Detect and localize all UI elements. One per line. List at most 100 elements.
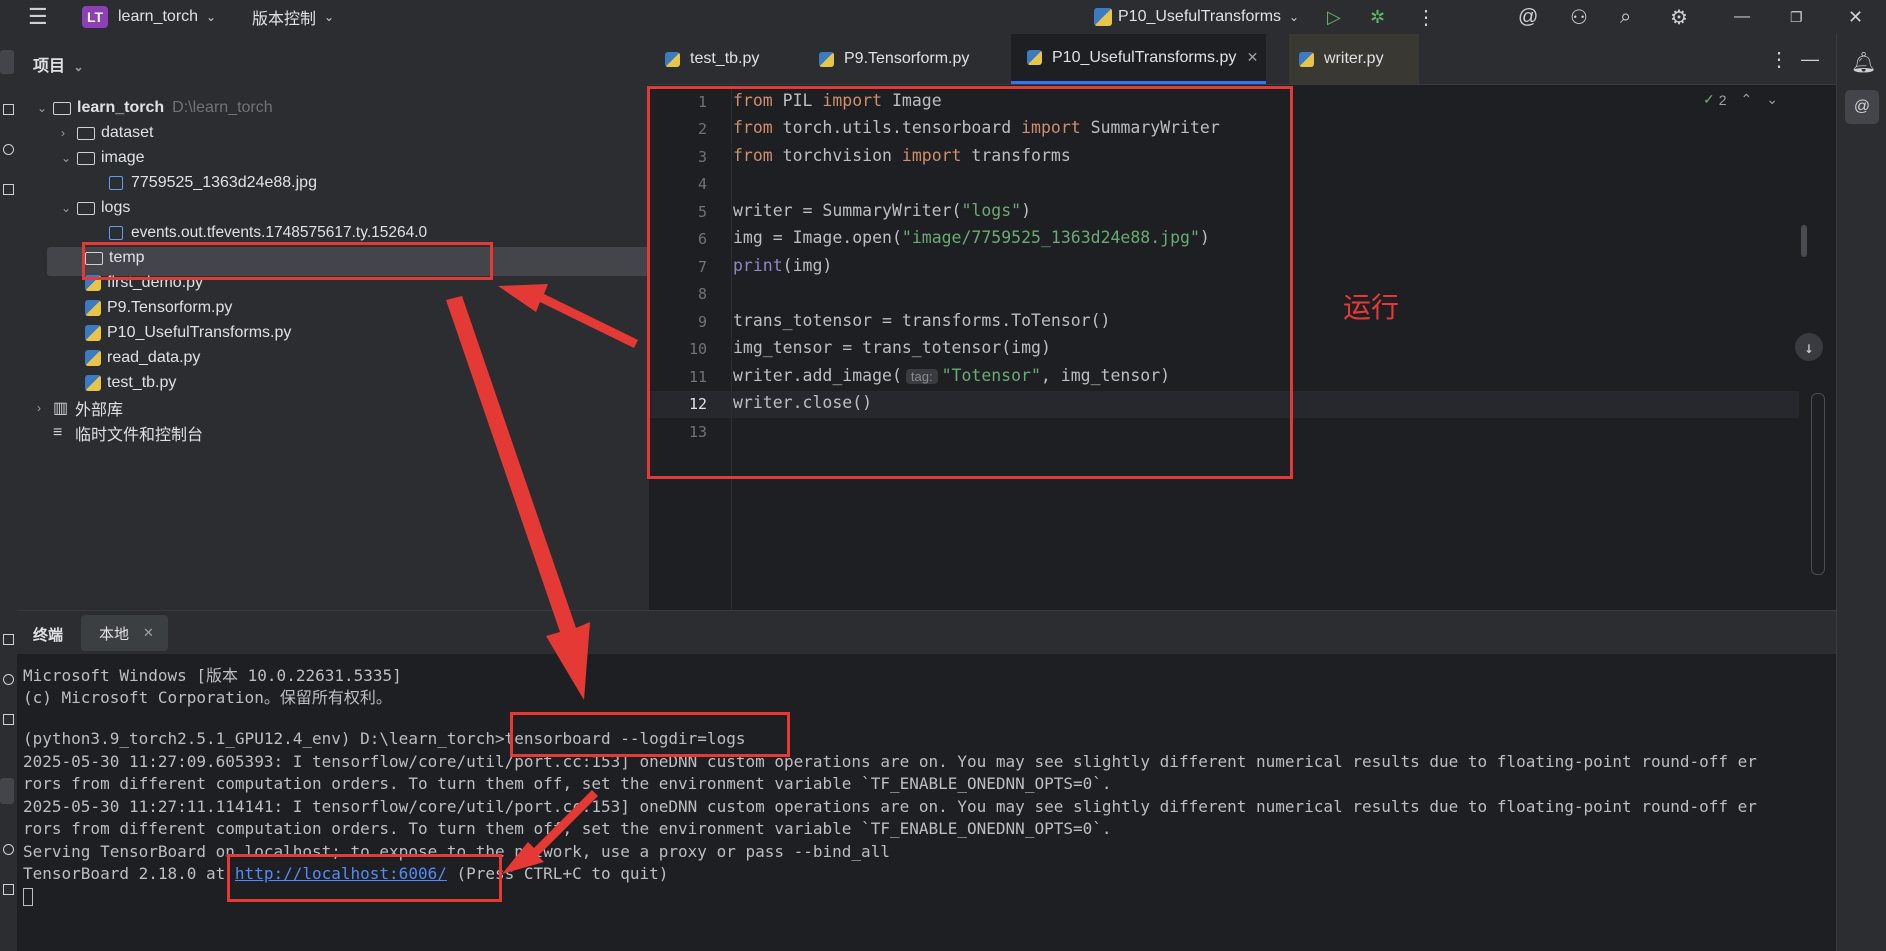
project-tool-button[interactable] — [0, 50, 14, 74]
python-console-icon[interactable] — [3, 674, 14, 685]
search-button[interactable]: ⌕ — [1620, 0, 1631, 34]
tree-item-path: D:\learn_torch — [172, 99, 273, 116]
tree-item-label: events.out.tfevents.1748575617.ty.15264.… — [131, 224, 428, 241]
tree-item-label: image — [101, 149, 145, 166]
chevron-down-icon: ⌄ — [324, 10, 335, 24]
run-button[interactable]: ▷ — [1327, 0, 1341, 34]
services-icon[interactable] — [3, 714, 14, 725]
tree-item-label: read_data.py — [107, 349, 201, 366]
project-switcher[interactable]: LT learn_torch ⌄ — [82, 0, 216, 34]
project-panel-header[interactable]: 项目 ⌄ — [33, 52, 84, 76]
ai-assistant-button[interactable]: @ — [1518, 0, 1538, 34]
chevron-down-icon: ⌄ — [1766, 91, 1778, 107]
inspection-widget[interactable]: ✓ 2 ⌃ ⌄ — [1703, 91, 1778, 108]
right-tool-stripe: 🔔︎ @ — [1836, 34, 1886, 951]
add-user-button[interactable]: ⚇ — [1570, 0, 1588, 34]
terminal-tool-button[interactable] — [0, 778, 14, 804]
terminal-line: rors from different computation orders. … — [23, 819, 1112, 838]
terminal-title: 终端 — [33, 627, 64, 644]
run-config-selector[interactable]: P10_UsefulTransforms ⌄ — [1094, 0, 1299, 34]
chevron-down-icon: ⌄ — [73, 60, 84, 74]
debug-button[interactable]: ✲ — [1370, 0, 1385, 34]
tree-item-label: test_tb.py — [107, 374, 177, 391]
tab-options-button[interactable]: ⋮ — [1769, 34, 1789, 84]
annotation-box-url — [227, 854, 502, 902]
search-icon: ⌕ — [1620, 5, 1632, 28]
structure-icon[interactable] — [3, 104, 14, 115]
editor-hide-button[interactable]: — — [1801, 34, 1819, 84]
project-badge: LT — [82, 6, 108, 28]
main-menu-button[interactable]: ☰ — [28, 0, 48, 34]
image-file-icon — [109, 176, 123, 190]
project-panel-title: 项目 — [33, 58, 66, 75]
terminal-cursor — [23, 888, 33, 906]
python-packages-icon[interactable] — [3, 634, 14, 645]
annotation-run-label: 运行 — [1343, 292, 1400, 323]
terminal-session-tab[interactable]: 本地 ✕ — [81, 615, 168, 651]
bookmarks-icon[interactable] — [3, 184, 14, 195]
chevron-down-icon: ⌄ — [37, 101, 48, 115]
annotation-box-command — [510, 712, 790, 757]
python-file-icon — [819, 51, 834, 67]
hamburger-menu-icon: ☰ — [28, 4, 48, 29]
restore-button[interactable]: ❐ — [1790, 0, 1803, 34]
problems-icon[interactable] — [3, 844, 14, 855]
check-icon: ✓ — [1703, 91, 1715, 107]
terminal-line: (c) Microsoft Corporation。保留所有权利。 — [23, 688, 392, 707]
project-name: learn_torch — [118, 8, 199, 25]
folder-icon — [77, 126, 95, 140]
add-user-icon: ⚇ — [1570, 6, 1588, 29]
notifications-bell-icon[interactable]: 🔔︎ — [1851, 50, 1876, 75]
python-file-icon — [85, 350, 101, 366]
chevron-down-icon: ⌄ — [61, 151, 72, 165]
python-file-icon — [85, 375, 101, 391]
close-icon[interactable]: ✕ — [143, 625, 154, 641]
spiral-icon: @ — [1518, 5, 1539, 28]
version-control-icon[interactable] — [3, 884, 14, 895]
tree-item-scratches[interactable]: ≡ 临时文件和控制台 — [53, 418, 203, 448]
tree-item-label: 临时文件和控制台 — [75, 427, 204, 444]
tab-label: writer.py — [1324, 50, 1384, 67]
tab-label: test_tb.py — [690, 50, 760, 67]
commit-icon[interactable] — [3, 144, 14, 155]
more-vertical-icon: ⋮ — [1769, 48, 1789, 71]
inspection-count: 2 — [1718, 91, 1727, 108]
terminal-header: 终端 本地 ✕ — [17, 610, 1836, 655]
vcs-menu[interactable]: 版本控制 ⌄ — [252, 0, 334, 34]
tab-p9-tensorform[interactable]: P9.Tensorform.py — [819, 34, 969, 84]
close-tab-icon[interactable]: ✕ — [1247, 49, 1259, 66]
library-icon: ▥ — [53, 400, 69, 417]
more-actions-button[interactable]: ⋮ — [1416, 0, 1436, 34]
debug-bug-icon: ✲ — [1370, 6, 1386, 27]
scroll-down-button[interactable]: ↓ — [1795, 333, 1823, 361]
python-file-icon — [85, 325, 101, 341]
python-file-icon — [85, 300, 101, 316]
run-config-name: P10_UsefulTransforms — [1118, 8, 1282, 25]
tree-item-label: dataset — [101, 124, 154, 141]
tree-item-label: 外部库 — [75, 402, 124, 419]
settings-button[interactable]: ⚙ — [1670, 0, 1688, 34]
minimize-icon: — — [1801, 48, 1819, 69]
tree-item-label: P10_UsefulTransforms.py — [107, 324, 292, 341]
ai-chat-icon[interactable]: @ — [1845, 90, 1879, 124]
tree-item-label: logs — [101, 199, 131, 216]
minimap-track[interactable] — [1811, 393, 1825, 575]
title-bar: ☰ LT learn_torch ⌄ 版本控制 ⌄ P10_UsefulTran… — [0, 0, 1886, 34]
tab-p10-usefultransforms[interactable]: P10_UsefulTransforms.py ✕ — [1011, 34, 1267, 84]
close-window-button[interactable]: ✕ — [1848, 0, 1863, 34]
python-file-icon — [665, 51, 680, 67]
terminal-output[interactable]: Microsoft Windows [版本 10.0.22631.5335] (… — [17, 654, 1836, 951]
tab-test-tb[interactable]: test_tb.py — [665, 34, 759, 84]
more-vertical-icon: ⋮ — [1416, 6, 1436, 29]
tab-writer[interactable]: writer.py — [1289, 34, 1419, 84]
terminal-line: rors from different computation orders. … — [23, 774, 1112, 793]
annotation-box-events-file — [82, 242, 493, 280]
chevron-right-icon: › — [61, 126, 65, 140]
python-file-icon — [1027, 50, 1042, 65]
tree-item-label: P9.Tensorform.py — [107, 299, 233, 316]
restore-icon: ❐ — [1790, 8, 1803, 25]
minimize-button[interactable]: — — [1734, 0, 1750, 34]
editor-scrollbar[interactable] — [1801, 225, 1807, 257]
tree-item-label: 7759525_1363d24e88.jpg — [131, 174, 317, 191]
tree-item-jpg[interactable]: 7759525_1363d24e88.jpg — [109, 168, 317, 198]
